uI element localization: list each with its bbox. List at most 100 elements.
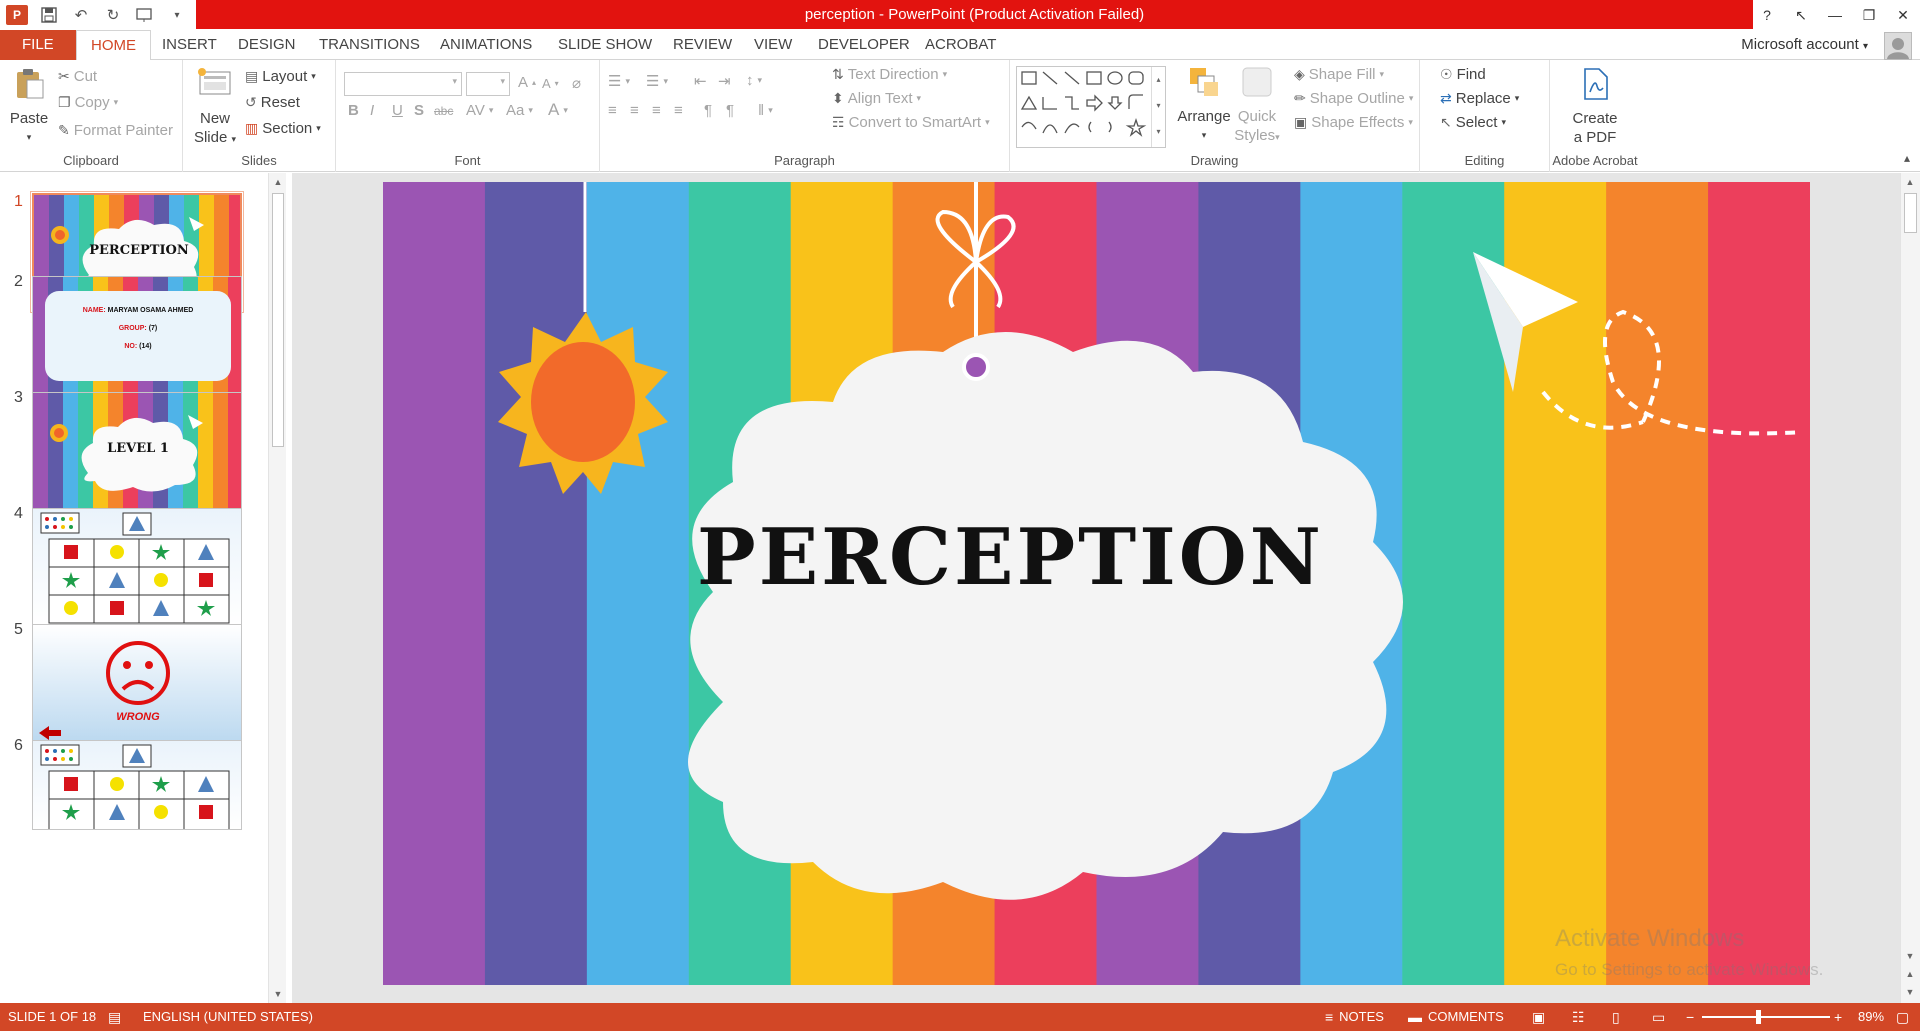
numbering-icon[interactable]: ☰ ▾ (646, 72, 668, 90)
slide-sorter-icon[interactable]: ☷ (1572, 1003, 1585, 1031)
reading-view-icon[interactable]: ▯ (1612, 1003, 1620, 1031)
tab-animations[interactable]: ANIMATIONS (440, 30, 532, 60)
font-name-combo[interactable]: ▾ (344, 72, 462, 96)
start-from-beginning-icon[interactable] (134, 4, 156, 26)
collapse-ribbon-icon[interactable]: ▴ (1904, 151, 1910, 165)
tab-developer[interactable]: DEVELOPER (818, 30, 910, 60)
powerpoint-logo-icon[interactable]: P (6, 5, 28, 25)
main-scroll-thumb[interactable] (1904, 193, 1917, 233)
slide-title[interactable]: PERCEPTION (683, 512, 1338, 603)
shadow-button[interactable]: S (414, 102, 424, 119)
slide-thumbnail-4[interactable] (32, 508, 242, 626)
slide-thumbnail-5[interactable]: WRONG (32, 624, 242, 742)
next-slide-icon[interactable]: ▼ (1901, 983, 1919, 1001)
align-center-icon[interactable]: ≡ (630, 102, 639, 119)
section-button[interactable]: ▥ Section ▾ (245, 120, 321, 137)
shapes-gallery[interactable]: ▴ ▾ ▾ (1016, 66, 1166, 148)
tab-slide-show[interactable]: SLIDE SHOW (558, 30, 652, 60)
shrink-font-button[interactable]: A ▾ (542, 76, 559, 91)
tab-insert[interactable]: INSERT (162, 30, 217, 60)
current-slide[interactable]: PERCEPTION (383, 182, 1810, 985)
scroll-down-icon[interactable]: ▼ (269, 985, 287, 1003)
tab-transitions[interactable]: TRANSITIONS (319, 30, 420, 60)
shape-fill-button[interactable]: ◈ Shape Fill ▾ (1294, 66, 1384, 83)
select-button[interactable]: ↖ Select ▾ (1440, 114, 1506, 131)
text-direction-button[interactable]: ⇅ Text Direction ▾ (832, 66, 947, 83)
tab-acrobat[interactable]: ACROBAT (925, 30, 996, 60)
help-button[interactable]: ? (1750, 0, 1784, 30)
spell-check-icon[interactable]: ▤ (108, 1003, 121, 1031)
align-right-icon[interactable]: ≡ (652, 102, 661, 119)
save-icon[interactable] (38, 4, 60, 26)
slide-thumbnail-6[interactable] (32, 740, 242, 830)
shape-outline-button[interactable]: ✏ Shape Outline ▾ (1294, 90, 1413, 107)
clear-formatting-icon[interactable]: ⌀ (572, 74, 581, 92)
slide-show-icon[interactable]: ▭ (1652, 1003, 1665, 1031)
comments-button[interactable]: ▬ COMMENTS (1408, 1003, 1504, 1031)
italic-button[interactable]: I (370, 102, 374, 119)
close-button[interactable]: ✕ (1886, 0, 1920, 30)
normal-view-icon[interactable]: ▣ (1532, 1003, 1545, 1031)
scroll-down-icon[interactable]: ▼ (1901, 947, 1919, 965)
tab-view[interactable]: VIEW (754, 30, 792, 60)
zoom-level[interactable]: 89% (1858, 1003, 1884, 1031)
zoom-slider[interactable] (1702, 1010, 1830, 1024)
layout-button[interactable]: ▤ Layout ▾ (245, 68, 316, 85)
zoom-out-icon[interactable]: − (1686, 1003, 1694, 1031)
find-button[interactable]: ☉ Find (1440, 66, 1486, 83)
quick-styles-button[interactable]: Quick Styles▾ (1234, 64, 1280, 147)
arrange-button[interactable]: Arrange ▾ (1174, 64, 1234, 145)
bullets-icon[interactable]: ☰ ▾ (608, 72, 630, 90)
zoom-in-icon[interactable]: + (1834, 1003, 1842, 1031)
main-scrollbar[interactable]: ▲ ▼ ▲ ▼ (1900, 173, 1920, 1003)
undo-icon[interactable]: ↶ (70, 4, 92, 26)
decrease-indent-icon[interactable]: ⇤ (694, 72, 707, 90)
customize-qat-icon[interactable]: ▾ (166, 4, 188, 26)
new-slide-button[interactable]: New Slide ▾ (191, 66, 239, 149)
scroll-up-icon[interactable]: ▲ (1901, 173, 1919, 191)
tab-home[interactable]: HOME (76, 30, 151, 61)
copy-button[interactable]: ❐ Copy ▾ (58, 94, 118, 111)
font-color-button[interactable]: A ▾ (548, 100, 568, 120)
cut-button[interactable]: ✂ Cut (58, 68, 97, 85)
redo-icon[interactable]: ↻ (102, 4, 124, 26)
fit-slide-icon[interactable]: ▢ (1896, 1003, 1909, 1031)
slide-thumbnail-3[interactable]: LEVEL 1 (32, 392, 242, 510)
ltr-icon[interactable]: ¶ (704, 102, 712, 119)
paste-button[interactable]: Paste ▾ (6, 66, 52, 147)
justify-icon[interactable]: ≡ (674, 102, 683, 119)
increase-indent-icon[interactable]: ⇥ (718, 72, 731, 90)
tab-review[interactable]: REVIEW (673, 30, 732, 60)
minimize-button[interactable]: — (1818, 0, 1852, 30)
create-pdf-button[interactable]: Create a PDF (1562, 66, 1628, 147)
tab-design[interactable]: DESIGN (238, 30, 296, 60)
columns-icon[interactable]: ‖ ▾ (758, 102, 773, 119)
underline-button[interactable]: U (392, 102, 403, 119)
thumbnail-scrollbar[interactable]: ▲ ▼ (268, 173, 286, 1003)
microsoft-account[interactable]: Microsoft account ▾ (1741, 30, 1868, 60)
align-left-icon[interactable]: ≡ (608, 102, 617, 119)
rtl-icon[interactable]: ¶ (726, 102, 734, 119)
convert-smartart-button[interactable]: ☶ Convert to SmartArt ▾ (832, 114, 990, 131)
line-spacing-icon[interactable]: ↕ ▾ (746, 72, 762, 89)
character-spacing-button[interactable]: AV ▾ (466, 102, 493, 119)
zoom-slider-thumb[interactable] (1756, 1010, 1761, 1024)
format-painter-button[interactable]: ✎ Format Painter (58, 122, 173, 139)
slide-thumbnail-2[interactable]: NAME: MARYAM OSAMA AHMED GROUP: (7) NO: … (32, 276, 242, 394)
previous-slide-icon[interactable]: ▲ (1901, 965, 1919, 983)
language-indicator[interactable]: ENGLISH (UNITED STATES) (143, 1003, 313, 1031)
align-text-button[interactable]: ⬍ Align Text ▾ (832, 90, 921, 107)
notes-button[interactable]: ≡ NOTES (1325, 1003, 1384, 1031)
scroll-up-icon[interactable]: ▲ (269, 173, 287, 191)
ribbon-display-options-icon[interactable]: ↖ (1784, 0, 1818, 30)
replace-button[interactable]: ⇄ Replace ▾ (1440, 90, 1519, 107)
change-case-button[interactable]: Aa ▾ (506, 102, 533, 119)
grow-font-button[interactable]: A ▴ (518, 74, 536, 91)
avatar[interactable] (1884, 32, 1912, 60)
shape-effects-button[interactable]: ▣ Shape Effects ▾ (1294, 114, 1413, 131)
strikethrough-button[interactable]: abc (434, 104, 453, 118)
tab-file[interactable]: FILE (0, 30, 76, 60)
restore-button[interactable]: ❐ (1852, 0, 1886, 30)
reset-button[interactable]: ↺ Reset (245, 94, 300, 111)
bold-button[interactable]: B (348, 102, 359, 119)
